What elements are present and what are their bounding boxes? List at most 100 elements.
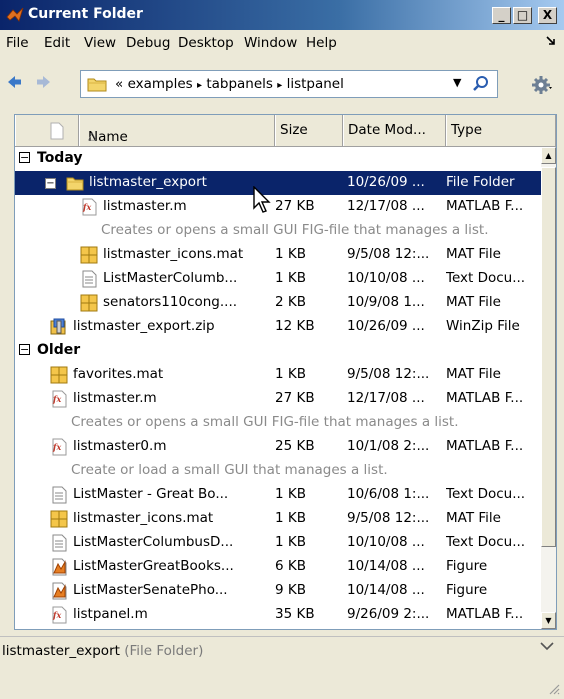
breadcrumb: « examples ▸ tabpanels ▸ listpanel [115,76,344,92]
file-name: listmaster_icons.mat [73,510,214,526]
file-name: senators110cong.... [103,294,238,310]
group-header[interactable]: − Older [15,339,541,363]
address-bar[interactable]: « examples ▸ tabpanels ▸ listpanel ▼ [80,70,498,98]
column-header-date[interactable]: Date Mod... [343,115,446,146]
collapse-folder-toggle[interactable]: − [45,178,56,189]
file-size: 1 KB [275,246,306,262]
file-row[interactable]: fx listmaster.m 27 KB 12/17/08 ... MATLAB F.… [15,195,541,219]
file-row[interactable]: fx listpanel.m 35 KB 9/26/09 2:... MATLAB F.… [15,603,541,627]
current-folder-window: Current Folder _ □ X File Edit View Debu… [0,0,564,699]
file-row[interactable]: listmaster_export.zip 12 KB 10/26/09 ... Wi… [15,315,541,339]
breadcrumb-separator[interactable]: ▸ [197,80,202,91]
back-arrow-icon[interactable] [8,76,22,88]
file-row[interactable]: fx listmaster.m 27 KB 12/17/08 ... MATLAB F.… [15,387,541,411]
scroll-up-button[interactable]: ▲ [541,147,556,164]
address-dropdown-icon[interactable]: ▼ [453,76,461,89]
file-row[interactable]: ListMaster - Great Bo... 1 KB 10/6/08 1:..… [15,483,541,507]
chevron-down-icon[interactable] [540,641,554,651]
file-name: ListMasterSenatePho... [73,582,228,598]
file-type: MAT File [446,510,501,526]
file-name: listmaster_export [89,174,207,190]
file-description: Create or load a small GUI that manages … [15,459,541,483]
file-size: 27 KB [275,390,315,406]
group-header[interactable]: − Today [15,147,541,171]
mat-file-icon [50,366,68,384]
file-row[interactable]: ListMasterSenatePho... 9 KB 10/14/08 ... Fi… [15,579,541,603]
text-document-icon [82,270,97,288]
file-size: 1 KB [275,510,306,526]
matlab-logo-icon [6,7,24,22]
title-bar[interactable]: Current Folder _ □ X [0,0,564,30]
collapse-group-toggle[interactable]: − [19,344,30,355]
status-selected-name: listmaster_export [2,643,120,659]
column-header-size[interactable]: Size [275,115,343,146]
search-icon[interactable] [471,74,493,94]
file-row[interactable]: ListMasterColumbusD... 1 KB 10/10/08 ... Te… [15,531,541,555]
file-date-modified: 10/6/08 1:... [347,486,430,502]
file-row[interactable]: fx listmaster0.m 25 KB 10/1/08 2:... MATLAB … [15,435,541,459]
breadcrumb-separator[interactable]: ▸ [277,80,282,91]
file-size: 27 KB [275,198,315,214]
file-row[interactable]: favorites.mat 1 KB 9/5/08 12:... MAT File [15,363,541,387]
breadcrumb-overflow[interactable]: « [115,76,123,92]
breadcrumb-examples[interactable]: examples [128,76,193,92]
file-size: 1 KB [275,534,306,550]
menu-edit[interactable]: Edit [44,35,70,51]
menu-window[interactable]: Window [244,35,297,51]
file-row[interactable]: listmaster_icons.mat 1 KB 9/5/08 12:... MAT… [15,243,541,267]
description-text: Create or load a small GUI that manages … [71,462,388,478]
file-date-modified: 12/17/08 ... [347,390,425,406]
file-type: MATLAB F... [446,390,524,406]
file-row[interactable]: listmaster_icons.mat 1 KB 9/5/08 12:... MAT… [15,507,541,531]
menu-help[interactable]: Help [306,35,337,51]
file-type: Text Docu... [446,534,526,550]
status-selected-type: (File Folder) [124,643,204,659]
column-header: Name △ Size Date Mod... Type [15,115,556,147]
file-size: 35 KB [275,606,315,622]
breadcrumb-tabpanels[interactable]: tabpanels [206,76,273,92]
file-date-modified: 9/5/08 12:... [347,246,430,262]
column-header-type[interactable]: Type [446,115,556,146]
file-description: Creates or opens a small GUI FIG-file th… [15,219,541,243]
svg-text:fx: fx [52,610,61,620]
file-row[interactable]: ListMasterGreatBooks... 6 KB 10/14/08 ... F… [15,555,541,579]
file-list[interactable]: Name △ Size Date Mod... Type − Today − list… [14,114,557,630]
scroll-thumb[interactable] [541,167,556,547]
file-description: Creates or opens a small GUI FIG-file th… [15,411,541,435]
file-date-modified: 10/26/09 ... [347,174,425,190]
breadcrumb-listpanel[interactable]: listpanel [287,76,344,92]
file-row[interactable]: − listmaster_export 10/26/09 ... File Folde… [15,171,541,195]
menu-debug[interactable]: Debug [126,35,170,51]
file-name: ListMasterColumb... [103,270,238,286]
file-date-modified: 10/10/08 ... [347,270,425,286]
file-date-modified: 10/26/09 ... [347,318,425,334]
status-text: listmaster_export (File Folder) [2,643,203,659]
column-header-icon[interactable] [15,115,79,146]
file-type: WinZip File [446,318,520,334]
maximize-button[interactable]: □ [513,7,532,24]
file-name: listmaster_export.zip [73,318,215,334]
file-row[interactable]: senators110cong.... 2 KB 10/9/08 1... MAT F… [15,291,541,315]
menu-file[interactable]: File [6,35,29,51]
gear-icon[interactable] [532,75,552,95]
resize-grip-icon[interactable] [546,681,560,695]
column-header-name[interactable]: Name △ [79,115,275,146]
minimize-button[interactable]: _ [492,7,511,24]
scroll-down-button[interactable]: ▼ [541,612,556,629]
undock-arrow-icon[interactable] [546,36,556,46]
menu-desktop[interactable]: Desktop [178,35,234,51]
column-type-label: Type [451,122,483,138]
forward-arrow-icon[interactable] [36,76,50,88]
file-type: Figure [446,558,488,574]
file-size: 1 KB [275,486,306,502]
menu-view[interactable]: View [84,35,116,51]
file-type: MAT File [446,294,501,310]
file-row[interactable]: ListMasterColumb... 1 KB 10/10/08 ... Text … [15,267,541,291]
zip-file-icon [50,318,66,335]
collapse-group-toggle[interactable]: − [19,152,30,163]
vertical-scrollbar[interactable]: ▲ ▼ [541,147,556,629]
mat-file-icon [80,294,98,312]
file-type: MAT File [446,246,501,262]
file-type: MATLAB F... [446,606,524,622]
close-button[interactable]: X [538,7,557,24]
